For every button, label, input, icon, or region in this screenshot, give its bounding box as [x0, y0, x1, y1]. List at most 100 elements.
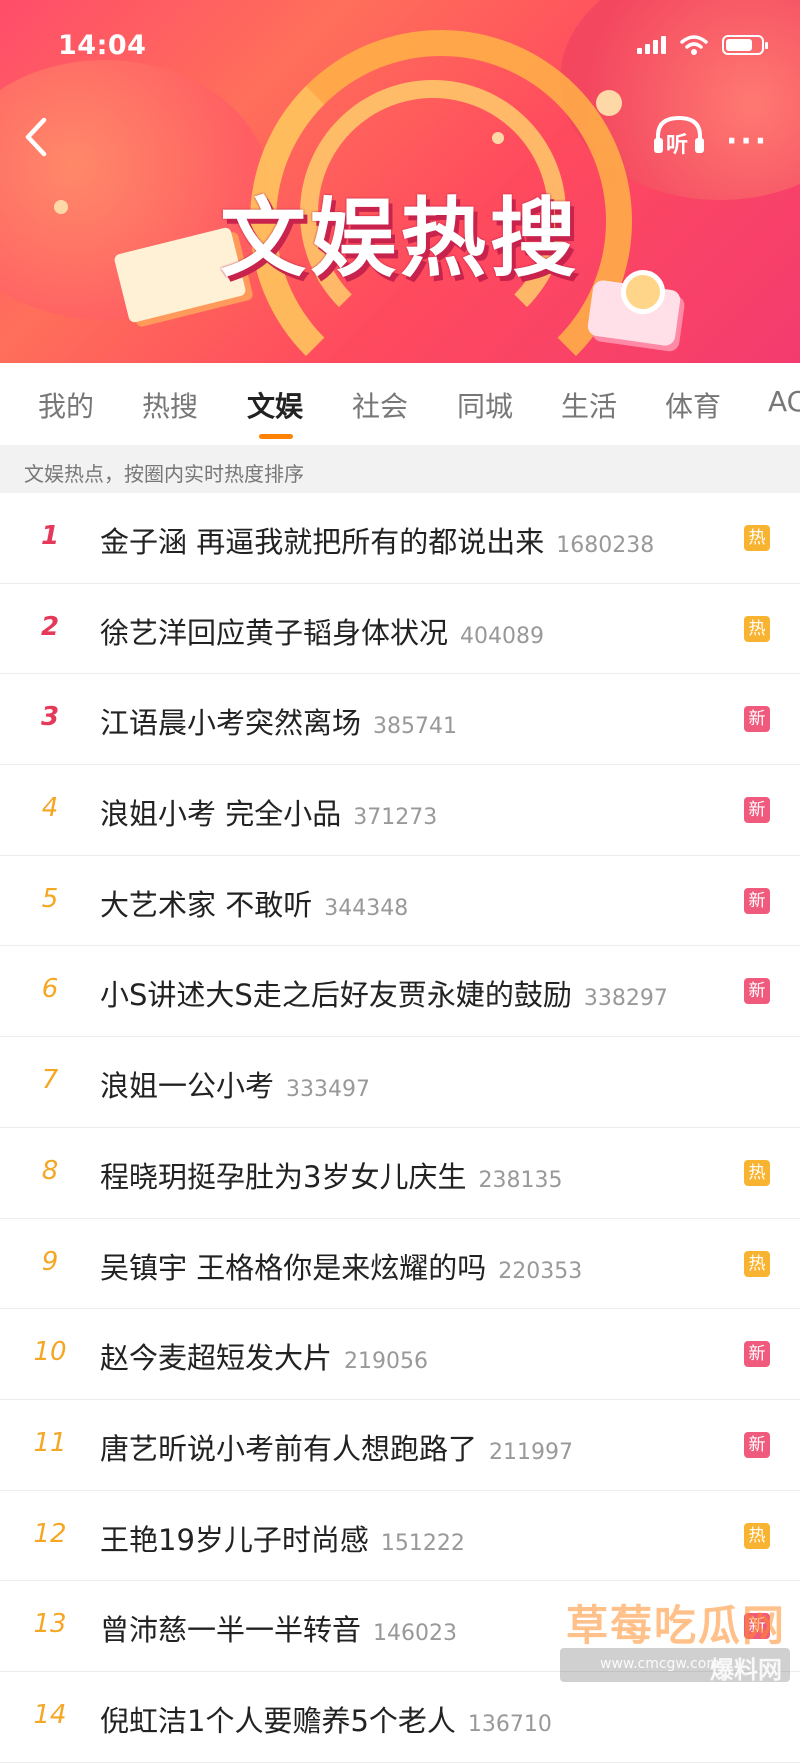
rank-number: 9 [41, 1246, 59, 1277]
new-badge: 新 [744, 1431, 770, 1458]
rank-number: 10 [33, 1337, 67, 1368]
topic-title: 徐艺洋回应黄子韬身体状况 [100, 615, 449, 650]
list-item[interactable]: 11 唐艺昕说小考前有人想跑路了 211997 新 [0, 1400, 800, 1491]
topic-title: 大艺术家 不敢听 [100, 887, 313, 922]
list-item[interactable]: 3 江语晨小考突然离场 385741 新 [0, 674, 800, 766]
tab-acg[interactable]: AC [768, 385, 800, 418]
heat-count: 404089 [460, 623, 544, 649]
list-item[interactable]: 5 大艺术家 不敢听 344348 新 [0, 856, 800, 947]
header-banner: 14:04 听 ··· 文娱热搜 [0, 0, 800, 363]
new-badge: 新 [744, 978, 770, 1005]
rank-number: 6 [41, 974, 59, 1005]
tab-sports[interactable]: 体育 [665, 385, 721, 425]
category-tabs: 我的 热搜 文娱 社会 同城 生活 体育 AC [0, 363, 800, 445]
new-badge: 新 [744, 1613, 770, 1640]
heat-count: 219056 [344, 1349, 428, 1375]
topic-title: 程晓玥挺孕肚为3岁女儿庆生 [100, 1159, 467, 1194]
heat-count: 211997 [489, 1439, 573, 1465]
listen-label: 听 [666, 133, 689, 158]
list-item[interactable]: 1 金子涵 再逼我就把所有的都说出来 1680238 热 [0, 493, 800, 584]
list-item[interactable]: 14 倪虹洁1个人要赡养5个老人 136710 [0, 1672, 800, 1763]
rank-number: 14 [33, 1699, 67, 1730]
topic-title: 赵今麦超短发大片 [100, 1341, 333, 1376]
status-time: 14:04 [58, 30, 147, 61]
topic-title: 江语晨小考突然离场 [100, 706, 362, 741]
status-icons [637, 34, 768, 56]
hot-badge: 热 [744, 1159, 770, 1186]
tab-local[interactable]: 同城 [457, 385, 513, 425]
rank-number: 13 [33, 1609, 67, 1640]
list-item-content: 小S讲述大S走之后好友贾永婕的鼓励 338297 [100, 972, 668, 1014]
list-item[interactable]: 2 徐艺洋回应黄子韬身体状况 404089 热 [0, 584, 800, 675]
heat-count: 151222 [380, 1530, 465, 1556]
list-item[interactable]: 12 王艳19岁儿子时尚感 151222 热 [0, 1491, 800, 1582]
list-item-content: 江语晨小考突然离场 385741 [100, 700, 457, 742]
list-item-content: 程晓玥挺孕肚为3岁女儿庆生 238135 [100, 1154, 562, 1196]
list-item-content: 唐艺昕说小考前有人想跑路了 211997 [100, 1426, 573, 1468]
hot-search-list: 1 金子涵 再逼我就把所有的都说出来 1680238 热 2 徐艺洋回应黄子韬身体状况 40… [0, 493, 800, 1763]
cellular-signal-icon [637, 36, 666, 54]
list-item[interactable]: 4 浪姐小考 完全小品 371273 新 [0, 765, 800, 856]
hot-badge: 热 [744, 615, 770, 642]
listen-button[interactable]: 听 [650, 110, 708, 160]
rank-number: 12 [33, 1518, 67, 1549]
heat-count: 385741 [373, 714, 457, 740]
more-options-button[interactable]: ··· [726, 124, 769, 159]
list-item-content: 大艺术家 不敢听 344348 [100, 882, 408, 924]
topic-title: 唐艺昕说小考前有人想跑路了 [100, 1431, 478, 1466]
rank-number: 1 [40, 521, 60, 551]
heat-count: 238135 [478, 1167, 563, 1193]
list-item[interactable]: 6 小S讲述大S走之后好友贾永婕的鼓励 338297 新 [0, 946, 800, 1038]
list-item-content: 王艳19岁儿子时尚感 151222 [100, 1517, 465, 1559]
new-badge: 新 [744, 1341, 770, 1368]
new-badge: 新 [744, 797, 770, 824]
wifi-icon [680, 35, 708, 55]
heat-count: 1680238 [556, 533, 655, 558]
tab-mine[interactable]: 我的 [38, 385, 94, 425]
banner-dot [596, 90, 622, 116]
ranking-hint-bar: 文娱热点，按圈内实时热度排序 [0, 445, 800, 493]
heat-count: 338297 [583, 986, 668, 1012]
page-title: 文娱热搜 [220, 189, 580, 289]
heat-count: 136710 [467, 1711, 552, 1737]
list-item[interactable]: 7 浪姐一公小考 333497 [0, 1037, 800, 1128]
topic-title: 吴镇宇 王格格你是来炫耀的吗 [100, 1250, 487, 1285]
tab-society[interactable]: 社会 [352, 385, 408, 425]
back-arrow-icon[interactable] [16, 112, 56, 162]
hot-badge: 热 [744, 1250, 770, 1277]
rank-number: 2 [40, 611, 60, 642]
list-item-content: 吴镇宇 王格格你是来炫耀的吗 220353 [100, 1245, 582, 1287]
rank-number: 11 [33, 1427, 67, 1458]
topic-title: 浪姐一公小考 [100, 1069, 275, 1104]
tab-life[interactable]: 生活 [561, 385, 617, 425]
hot-badge: 热 [744, 1522, 770, 1549]
list-item[interactable]: 13 曾沛慈一半一半转音 146023 新 [0, 1581, 800, 1672]
heat-count: 333497 [286, 1077, 370, 1103]
list-item[interactable]: 8 程晓玥挺孕肚为3岁女儿庆生 238135 热 [0, 1128, 800, 1219]
heat-count: 146023 [373, 1621, 457, 1647]
new-badge: 新 [744, 706, 770, 733]
tab-hot-search[interactable]: 热搜 [142, 385, 198, 425]
topic-title: 王艳19岁儿子时尚感 [100, 1522, 369, 1557]
rank-number: 5 [41, 883, 59, 914]
list-item-content: 浪姐一公小考 333497 [100, 1063, 370, 1105]
list-item-content: 曾沛慈一半一半转音 146023 [100, 1607, 457, 1649]
topic-title: 小S讲述大S走之后好友贾永婕的鼓励 [100, 978, 572, 1013]
active-tab-indicator [259, 434, 293, 439]
banner-dot [492, 132, 504, 144]
heat-count: 220353 [498, 1258, 583, 1284]
heat-count: 344348 [324, 895, 409, 921]
hot-badge: 热 [744, 525, 770, 551]
topic-title: 曾沛慈一半一半转音 [100, 1613, 362, 1648]
battery-icon [722, 35, 768, 55]
list-item[interactable]: 9 吴镇宇 王格格你是来炫耀的吗 220353 热 [0, 1219, 800, 1310]
rank-number: 7 [41, 1065, 59, 1096]
topic-title: 金子涵 再逼我就把所有的都说出来 [100, 525, 545, 559]
rank-number: 4 [41, 793, 59, 824]
tab-entertainment[interactable]: 文娱 [247, 385, 303, 425]
heat-count: 371273 [353, 805, 438, 831]
rank-number: 3 [40, 702, 60, 733]
topic-title: 浪姐小考 完全小品 [100, 797, 342, 832]
list-item[interactable]: 10 赵今麦超短发大片 219056 新 [0, 1309, 800, 1400]
rank-number: 8 [41, 1155, 59, 1186]
